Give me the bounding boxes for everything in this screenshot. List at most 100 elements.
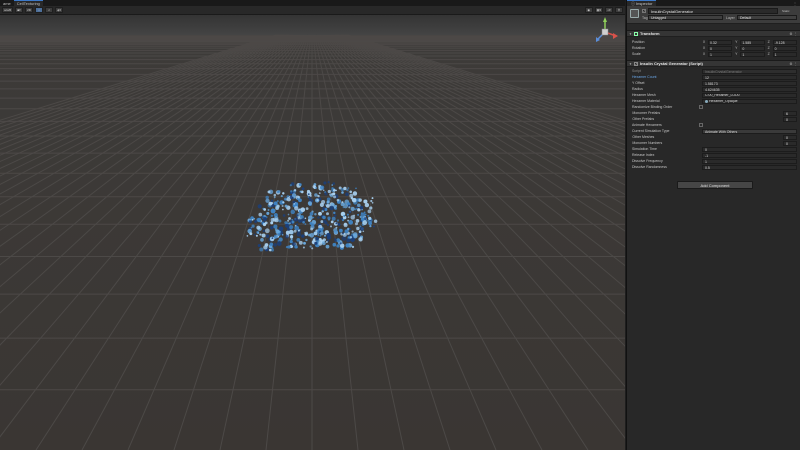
scale-y-field[interactable]: 1 [740,51,765,57]
monomer-numbers-count[interactable]: 0 [783,140,797,146]
hexamer-atom [336,198,340,202]
position-x-field[interactable]: 0.32 [708,39,733,45]
foldout-arrow-icon[interactable]: ▼ [629,62,632,66]
hexamer-atom [273,224,278,229]
hexamer-atom [341,191,344,194]
animate-hexamers-checkbox[interactable] [699,123,703,127]
gizmos-dropdown[interactable]: ◐▾ [605,7,613,13]
hexamer-atom [270,225,274,230]
hexamer-atom [359,226,364,231]
rotation-x-field[interactable]: 0 [708,45,733,51]
layer-dropdown[interactable]: Default [737,15,797,20]
position-vector: X 0.32 Y 1.585 Z -9.128 [702,39,797,45]
transform-icon [633,31,638,36]
add-component-button[interactable]: Add Component [677,181,753,189]
hexamer-count-field[interactable]: 12 [702,74,797,80]
shading-mode-label: ocal [4,8,10,12]
rotation-y-field[interactable]: 0 [740,45,765,51]
component-enabled-checkbox[interactable]: ✓ [633,61,638,66]
radius-field[interactable]: 4.624635 [702,86,797,92]
script-field: InsulinCrystalGenerator [702,68,797,74]
position-y-field[interactable]: 1.585 [740,39,765,45]
hexamer-atom [330,220,334,224]
release-index-field[interactable]: -1 [702,152,797,158]
gameobject-active-checkbox[interactable]: ✓ [642,9,646,13]
hexamer-atom [333,211,336,215]
orientation-gizmo[interactable] [587,14,623,50]
tab-menu-icon[interactable]: ⋮ [793,1,800,6]
grid-toggle[interactable]: ▦▾ [594,7,603,13]
hexamer-atom [300,207,306,213]
gameobject-name-field[interactable]: InsulinCrystalGenerator [648,8,778,14]
dissolve-frequency-field[interactable]: 1 [702,158,797,164]
hexamer-atom [290,209,296,215]
hexamer-atom [367,214,370,217]
hexamer-atom [311,247,314,250]
hexamer-atom [349,236,353,239]
hexamer-atom [358,232,361,236]
hexamer-atom [325,203,330,208]
current-simulation-type-dropdown[interactable]: Animate With Others [702,128,797,134]
simulation-time-field[interactable]: 0 [702,146,797,152]
foldout-arrow-icon[interactable]: ▼ [629,32,632,36]
script-component-header[interactable]: ▼ ✓ Insulin Crystal Generator (Script) ⚙… [627,60,800,67]
lighting-toggle[interactable]: ☼ [35,7,44,13]
hexamer-atom [267,190,271,194]
hexamer-atom [340,217,343,220]
hexamer-atom [281,204,284,208]
hexamer-atom [349,190,353,194]
monomer-numbers-label-wrap: ▶Monomer Numbers [632,141,702,145]
hexamer-atom [285,223,290,228]
inspector-panel[interactable]: ⓘ Inspector ⋮ ✓ InsulinCrystalGenerator … [626,0,800,450]
scale-x-field[interactable]: 1 [708,51,733,57]
y-offset-field[interactable]: 1.58173 [702,80,797,86]
dissolve-randomness-row: Dissolve Randomness 0.5 [627,164,800,170]
hexamer-atom [320,231,324,236]
transform-header[interactable]: ▼ Transform ⚙⋮ [627,30,800,37]
hexamer-atom [262,222,267,227]
hexamer-atom [318,192,321,195]
x-axis-label: X [702,45,706,50]
hexamer-atom [273,243,277,247]
sky [0,15,625,35]
hexamer-atom [369,206,373,210]
tag-dropdown[interactable]: Untagged [648,15,723,20]
rotation-z-field[interactable]: 0 [772,45,797,51]
hexamer-atom [362,220,368,226]
hexamer-atom [327,181,330,184]
hexamer-atom [278,237,283,242]
scale-z-field[interactable]: 1 [772,51,797,57]
position-z-field[interactable]: -9.128 [772,39,797,45]
scene-viewport[interactable] [0,15,625,450]
audio-toggle[interactable]: ♫ [45,7,54,13]
other-meshes-count[interactable]: 0 [783,134,797,140]
other-prefabs-count[interactable]: 0 [783,116,797,122]
hexamer-material-field[interactable]: Hexamer_Opaque [702,98,797,104]
hexamer-atom [315,237,319,241]
static-toggle[interactable]: Static [782,9,790,13]
search-button[interactable]: ⚲ [615,7,623,13]
component-menu-icon[interactable]: ⚙⋮ [789,32,800,36]
hexamer-atom [289,225,294,230]
effects-dropdown[interactable]: ◈▾ [55,7,64,13]
view-2d-toggle[interactable]: 2D [25,7,34,13]
hexamer-atom [323,181,327,185]
component-menu-icon[interactable]: ⚙⋮ [789,62,800,66]
shading-mode-dropdown[interactable]: ocal ▾ [2,7,14,13]
hexamer-atom [325,244,330,249]
tab-game-label: ame [3,0,11,6]
dissolve-randomness-field[interactable]: 0.5 [702,164,797,170]
hexamer-atom [322,189,325,192]
monomer-prefabs-count[interactable]: 6 [783,110,797,116]
transform-body: Position X 0.32 Y 1.585 Z -9.128 Rotation X… [627,37,800,57]
hexamer-atom [254,220,258,223]
hidden-objects-button[interactable]: ◉ [584,7,593,13]
scene-view[interactable]: ame CellTexturing ocal ▾ ■▾ 2D ☼ ♫ ◈▾ ◉ ▦… [0,0,625,450]
z-axis-label: Z [767,45,770,50]
y-axis-label: Y [735,51,738,56]
hexamer-atom [318,241,323,246]
hexamer-atom [301,187,305,191]
randomize-binding-order-checkbox[interactable] [699,105,703,109]
hexamer-mesh-field[interactable]: C:00_Hexamer_LOD0 [702,92,797,98]
draw-mode-button[interactable]: ■▾ [15,7,24,13]
